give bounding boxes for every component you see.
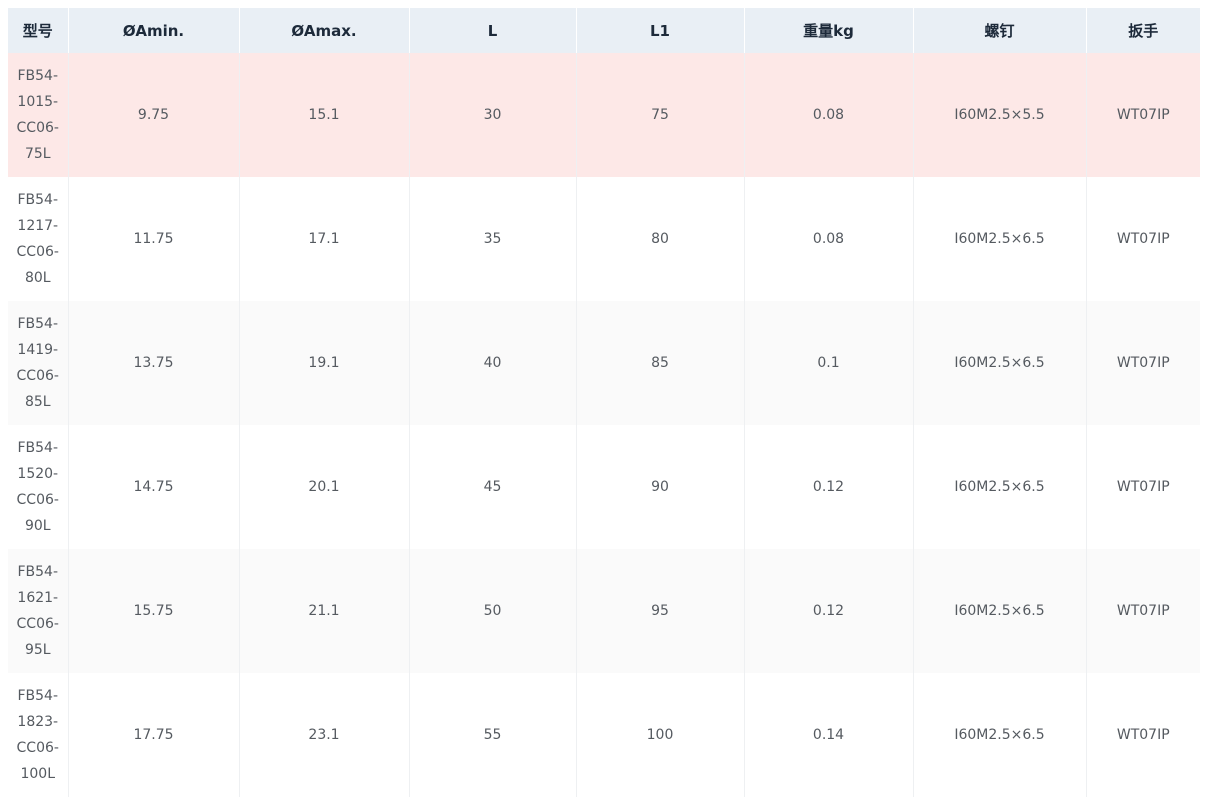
wrench-cell: WT07IP xyxy=(1086,425,1200,549)
amax-cell: 19.1 xyxy=(239,301,410,425)
l-cell: 40 xyxy=(409,301,577,425)
amax-cell: 20.1 xyxy=(239,425,410,549)
header-l[interactable]: L xyxy=(409,8,577,53)
model-cell: FB54-1015-CC06-75L xyxy=(8,53,69,177)
model-text: FB54-1015-CC06-75L xyxy=(16,68,59,162)
header-row: 型号 ØAmin. ØAmax. L L1 重量kg 螺钉 扳手 xyxy=(8,8,1200,53)
amin-cell: 9.75 xyxy=(68,53,240,177)
amin-cell: 17.75 xyxy=(68,673,240,797)
amax-cell: 23.1 xyxy=(239,673,410,797)
header-l1[interactable]: L1 xyxy=(576,8,745,53)
screw-cell: I60M2.5×6.5 xyxy=(913,673,1087,797)
amin-cell: 11.75 xyxy=(68,177,240,301)
spec-table-container: 型号 ØAmin. ØAmax. L L1 重量kg 螺钉 扳手 FB54-10… xyxy=(8,8,1200,797)
l-cell: 50 xyxy=(409,549,577,673)
amin-cell: 15.75 xyxy=(68,549,240,673)
header-amin[interactable]: ØAmin. xyxy=(68,8,240,53)
header-screw[interactable]: 螺钉 xyxy=(913,8,1087,53)
model-text: FB54-1823-CC06-100L xyxy=(16,688,59,782)
l-cell: 45 xyxy=(409,425,577,549)
model-text: FB54-1621-CC06-95L xyxy=(16,564,59,658)
wrench-cell: WT07IP xyxy=(1086,673,1200,797)
model-cell: FB54-1621-CC06-95L xyxy=(8,549,69,673)
weight-cell: 0.12 xyxy=(744,425,914,549)
table-row[interactable]: FB54-1520-CC06-90L 14.75 20.1 45 90 0.12… xyxy=(8,425,1200,549)
model-cell: FB54-1520-CC06-90L xyxy=(8,425,69,549)
amax-cell: 17.1 xyxy=(239,177,410,301)
l1-cell: 85 xyxy=(576,301,745,425)
l1-cell: 75 xyxy=(576,53,745,177)
model-text: FB54-1217-CC06-80L xyxy=(16,192,59,286)
header-amax[interactable]: ØAmax. xyxy=(239,8,410,53)
header-model[interactable]: 型号 xyxy=(8,8,69,53)
screw-cell: I60M2.5×6.5 xyxy=(913,177,1087,301)
wrench-cell: WT07IP xyxy=(1086,549,1200,673)
amin-cell: 13.75 xyxy=(68,301,240,425)
l-cell: 55 xyxy=(409,673,577,797)
wrench-cell: WT07IP xyxy=(1086,177,1200,301)
screw-cell: I60M2.5×6.5 xyxy=(913,425,1087,549)
table-row[interactable]: FB54-1823-CC06-100L 17.75 23.1 55 100 0.… xyxy=(8,673,1200,797)
header-weight[interactable]: 重量kg xyxy=(744,8,914,53)
weight-cell: 0.12 xyxy=(744,549,914,673)
model-cell: FB54-1217-CC06-80L xyxy=(8,177,69,301)
weight-cell: 0.08 xyxy=(744,177,914,301)
amin-cell: 14.75 xyxy=(68,425,240,549)
weight-cell: 0.08 xyxy=(744,53,914,177)
table-row[interactable]: FB54-1419-CC06-85L 13.75 19.1 40 85 0.1 … xyxy=(8,301,1200,425)
amax-cell: 21.1 xyxy=(239,549,410,673)
header-wrench[interactable]: 扳手 xyxy=(1086,8,1200,53)
screw-cell: I60M2.5×6.5 xyxy=(913,301,1087,425)
l1-cell: 95 xyxy=(576,549,745,673)
amax-cell: 15.1 xyxy=(239,53,410,177)
wrench-cell: WT07IP xyxy=(1086,53,1200,177)
table-row[interactable]: FB54-1217-CC06-80L 11.75 17.1 35 80 0.08… xyxy=(8,177,1200,301)
l1-cell: 100 xyxy=(576,673,745,797)
spec-table: 型号 ØAmin. ØAmax. L L1 重量kg 螺钉 扳手 FB54-10… xyxy=(8,8,1200,797)
model-text: FB54-1520-CC06-90L xyxy=(16,440,59,534)
l-cell: 30 xyxy=(409,53,577,177)
weight-cell: 0.14 xyxy=(744,673,914,797)
model-text: FB54-1419-CC06-85L xyxy=(16,316,59,410)
l1-cell: 90 xyxy=(576,425,745,549)
l-cell: 35 xyxy=(409,177,577,301)
l1-cell: 80 xyxy=(576,177,745,301)
table-row[interactable]: FB54-1015-CC06-75L 9.75 15.1 30 75 0.08 … xyxy=(8,53,1200,177)
wrench-cell: WT07IP xyxy=(1086,301,1200,425)
model-cell: FB54-1823-CC06-100L xyxy=(8,673,69,797)
screw-cell: I60M2.5×6.5 xyxy=(913,549,1087,673)
weight-cell: 0.1 xyxy=(744,301,914,425)
model-cell: FB54-1419-CC06-85L xyxy=(8,301,69,425)
screw-cell: I60M2.5×5.5 xyxy=(913,53,1087,177)
table-row[interactable]: FB54-1621-CC06-95L 15.75 21.1 50 95 0.12… xyxy=(8,549,1200,673)
